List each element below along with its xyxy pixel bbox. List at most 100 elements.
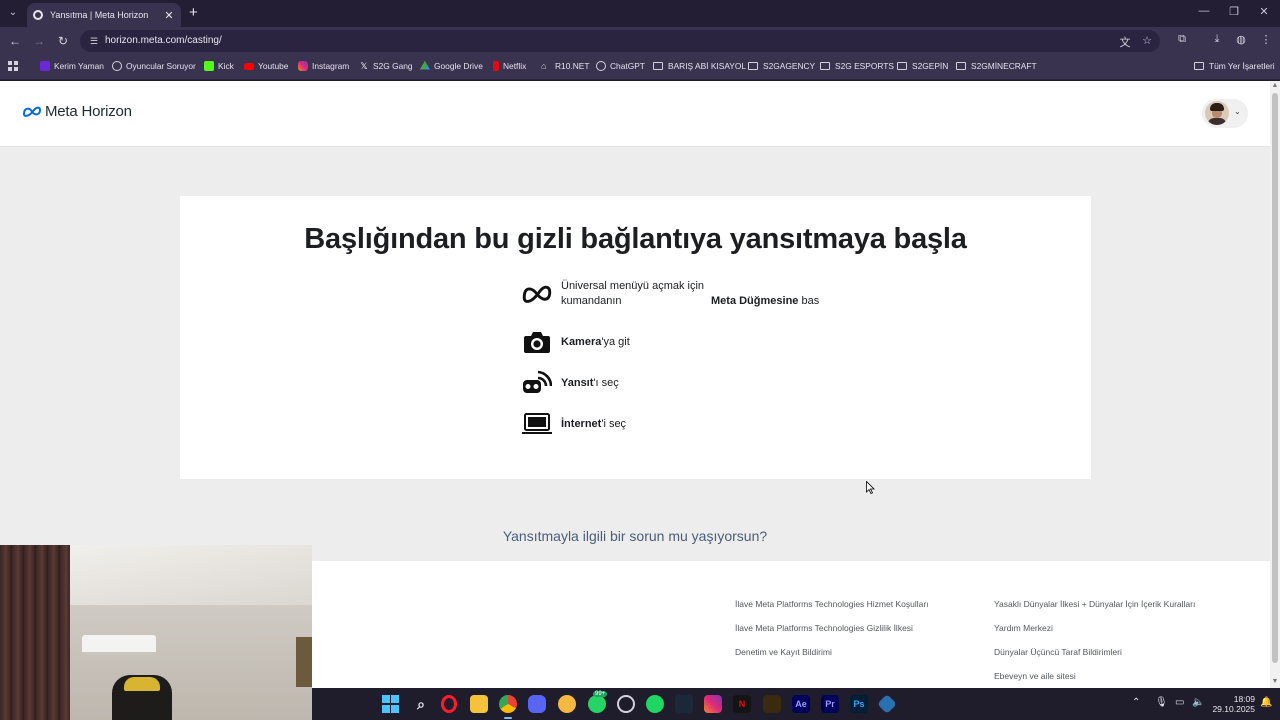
scroll-up-icon[interactable]: ▲ [1271, 82, 1279, 90]
profile-globe-icon[interactable]: ◍ [1233, 33, 1249, 46]
bookmark-folder-s2gminecraft[interactable]: S2GMİNECRAFT [956, 61, 1037, 71]
bookmark-netflix[interactable]: Netflix [493, 61, 526, 71]
footer-link-audit-notice[interactable]: Denetim ve Kayıt Bildirimi [735, 647, 832, 657]
bookmark-youtube[interactable]: Youtube [244, 61, 288, 71]
meta-horizon-logo[interactable]: Meta Horizon [22, 103, 132, 120]
instagram-icon [298, 61, 308, 71]
tab-active[interactable]: Yansıtma | Meta Horizon ✕ [27, 3, 181, 27]
address-bar[interactable]: ☰ horizon.meta.com/casting/ 文 ☆ [80, 30, 1160, 52]
netflix-app-icon[interactable]: N [733, 695, 751, 713]
spotify-icon[interactable] [646, 695, 664, 713]
apps-grid-icon[interactable] [8, 61, 18, 71]
app-diamond-icon[interactable] [877, 694, 897, 714]
back-arrow-icon[interactable]: ← [7, 33, 23, 49]
kerim-yaman-icon [40, 61, 50, 71]
footer-link-parent-site[interactable]: Ebeveyn ve aile sitesi [994, 671, 1076, 681]
site-header: Meta Horizon ⌄ [0, 81, 1270, 147]
system-clock[interactable]: 18:09 29.10.2025 [1207, 694, 1255, 714]
footer-link-help-center[interactable]: Yardım Merkezi [994, 623, 1053, 633]
volume-icon[interactable]: 🔈 [1192, 697, 1204, 708]
avatar [1205, 101, 1229, 125]
step-meta-button: Üniversal menüyü açmak için kumandanın M… [520, 279, 819, 309]
clock-time: 18:09 [1233, 694, 1255, 704]
oyuncular-soruyor-icon [112, 61, 122, 71]
photoshop-icon[interactable]: Ps [850, 695, 868, 713]
chatgpt-icon [596, 61, 606, 71]
google-drive-icon [420, 61, 430, 70]
after-effects-icon[interactable]: Ae [792, 695, 810, 713]
step-text-suffix: 'ya git [601, 335, 630, 348]
menu-kebab-icon[interactable]: ⋮ [1258, 33, 1274, 46]
microphone-icon[interactable]: 🎙 [1155, 697, 1168, 708]
bookmark-r10-net[interactable]: ⌂ R10.NET [541, 61, 589, 71]
footer-link-prohibited-worlds[interactable]: Yasaklı Dünyalar İlkesi + Dünyalar İçin … [994, 599, 1195, 609]
footer-link-terms[interactable]: İlave Meta Platforms Technologies Hizmet… [735, 599, 929, 609]
casting-instructions-card: Başlığından bu gizli bağlantıya yansıtma… [180, 196, 1091, 479]
bookmark-folder-s2gagency[interactable]: S2GAGENCY [748, 61, 815, 71]
bookmark-oyuncular-soruyor[interactable]: Oyuncular Soruyor [112, 61, 196, 71]
step-text-bold: Yansıt [561, 376, 594, 389]
step-text: İnternet'i seç [561, 417, 626, 432]
tab-strip: ⌄ Yansıtma | Meta Horizon ✕ + — ❐ ✕ [0, 0, 1280, 27]
tab-close-icon[interactable]: ✕ [163, 9, 175, 22]
bookmark-instagram[interactable]: Instagram [298, 61, 349, 71]
search-icon[interactable]: ⌕ [412, 695, 430, 713]
bookmark-s2g-gang[interactable]: 𝕏 S2G Gang [359, 61, 412, 71]
account-menu-button[interactable]: ⌄ [1202, 99, 1248, 128]
steam-icon[interactable] [675, 695, 693, 713]
bookmark-folder-s2gepin[interactable]: S2GEPİN [897, 61, 948, 71]
url-text[interactable]: horizon.meta.com/casting/ [105, 35, 222, 46]
step-text: Üniversal menüyü açmak için kumandanın M… [561, 279, 819, 309]
translate-icon[interactable]: 文 [1118, 34, 1132, 50]
bookmark-folder-baris-abi-kisayol[interactable]: BARIŞ ABİ KISAYOL [653, 61, 746, 71]
netflix-icon [493, 61, 499, 71]
premiere-icon[interactable]: Pr [821, 695, 839, 713]
bookmark-label: R10.NET [555, 61, 590, 71]
bookmark-kick[interactable]: Kick [204, 61, 234, 71]
scrollbar-thumb[interactable] [1272, 93, 1278, 663]
bookmark-chatgpt[interactable]: ChatGPT [596, 61, 645, 71]
forward-arrow-icon[interactable]: → [31, 33, 47, 49]
windows-start-icon[interactable] [382, 695, 399, 713]
whatsapp-icon[interactable] [588, 695, 606, 713]
tab-favicon-icon [33, 10, 43, 20]
youtube-icon [244, 62, 254, 70]
chrome-icon[interactable] [499, 695, 517, 713]
new-tab-plus-icon[interactable]: + [189, 5, 198, 21]
footer-link-privacy[interactable]: İlave Meta Platforms Technologies Gizlil… [735, 623, 913, 633]
downloads-icon[interactable]: ⤓ [1209, 33, 1225, 46]
bookmark-google-drive[interactable]: Google Drive [420, 61, 483, 71]
bookmark-folder-s2g-esports[interactable]: S2G ESPORTS [820, 61, 894, 71]
minecraft-icon[interactable] [763, 695, 781, 713]
bookmark-label: Netflix [503, 61, 527, 71]
step-text: Yansıt'ı seç [561, 376, 619, 391]
footer-link-third-party[interactable]: Dünyalar Üçüncü Taraf Bildirimleri [994, 647, 1122, 657]
app-circle-icon[interactable] [617, 695, 635, 713]
reload-icon[interactable]: ↻ [55, 33, 71, 49]
bookmark-kerim-yaman[interactable]: Kerim Yaman [40, 61, 104, 71]
bookmark-star-icon[interactable]: ☆ [1140, 34, 1154, 47]
file-explorer-icon[interactable] [470, 695, 488, 713]
instagram-app-icon[interactable] [704, 695, 722, 713]
app-yellow-icon[interactable] [558, 695, 576, 713]
step-text-plain: Üniversal menüyü açmak için kumandanın [561, 280, 705, 307]
minimize-icon[interactable]: — [1194, 5, 1214, 17]
window-close-icon[interactable]: ✕ [1254, 5, 1274, 18]
tray-chevron-up-icon[interactable]: ⌃ [1132, 697, 1140, 708]
casting-help-link[interactable]: Yansıtmayla ilgili bir sorun mu yaşıyors… [0, 528, 1270, 544]
restore-icon[interactable]: ❐ [1224, 5, 1244, 18]
network-icon[interactable]: ▭ [1175, 697, 1184, 708]
opera-icon[interactable] [441, 695, 457, 713]
bookmark-label: S2GEPİN [912, 61, 949, 71]
tab-search-chevron-icon[interactable]: ⌄ [5, 5, 21, 21]
folder-icon [897, 62, 907, 70]
mouse-cursor-icon [866, 481, 875, 494]
notifications-bell-icon[interactable]: 🔔 [1260, 697, 1272, 708]
webcam-overlay [0, 545, 312, 720]
all-bookmarks-folder[interactable]: Tüm Yer İşaretleri [1194, 61, 1275, 71]
extensions-icon[interactable]: ⧉ [1174, 33, 1190, 46]
discord-icon[interactable] [528, 695, 546, 713]
site-info-icon[interactable]: ☰ [88, 35, 100, 47]
page-scrollbar[interactable]: ▲ ▼ [1270, 81, 1280, 688]
scroll-down-icon[interactable]: ▼ [1271, 678, 1279, 686]
